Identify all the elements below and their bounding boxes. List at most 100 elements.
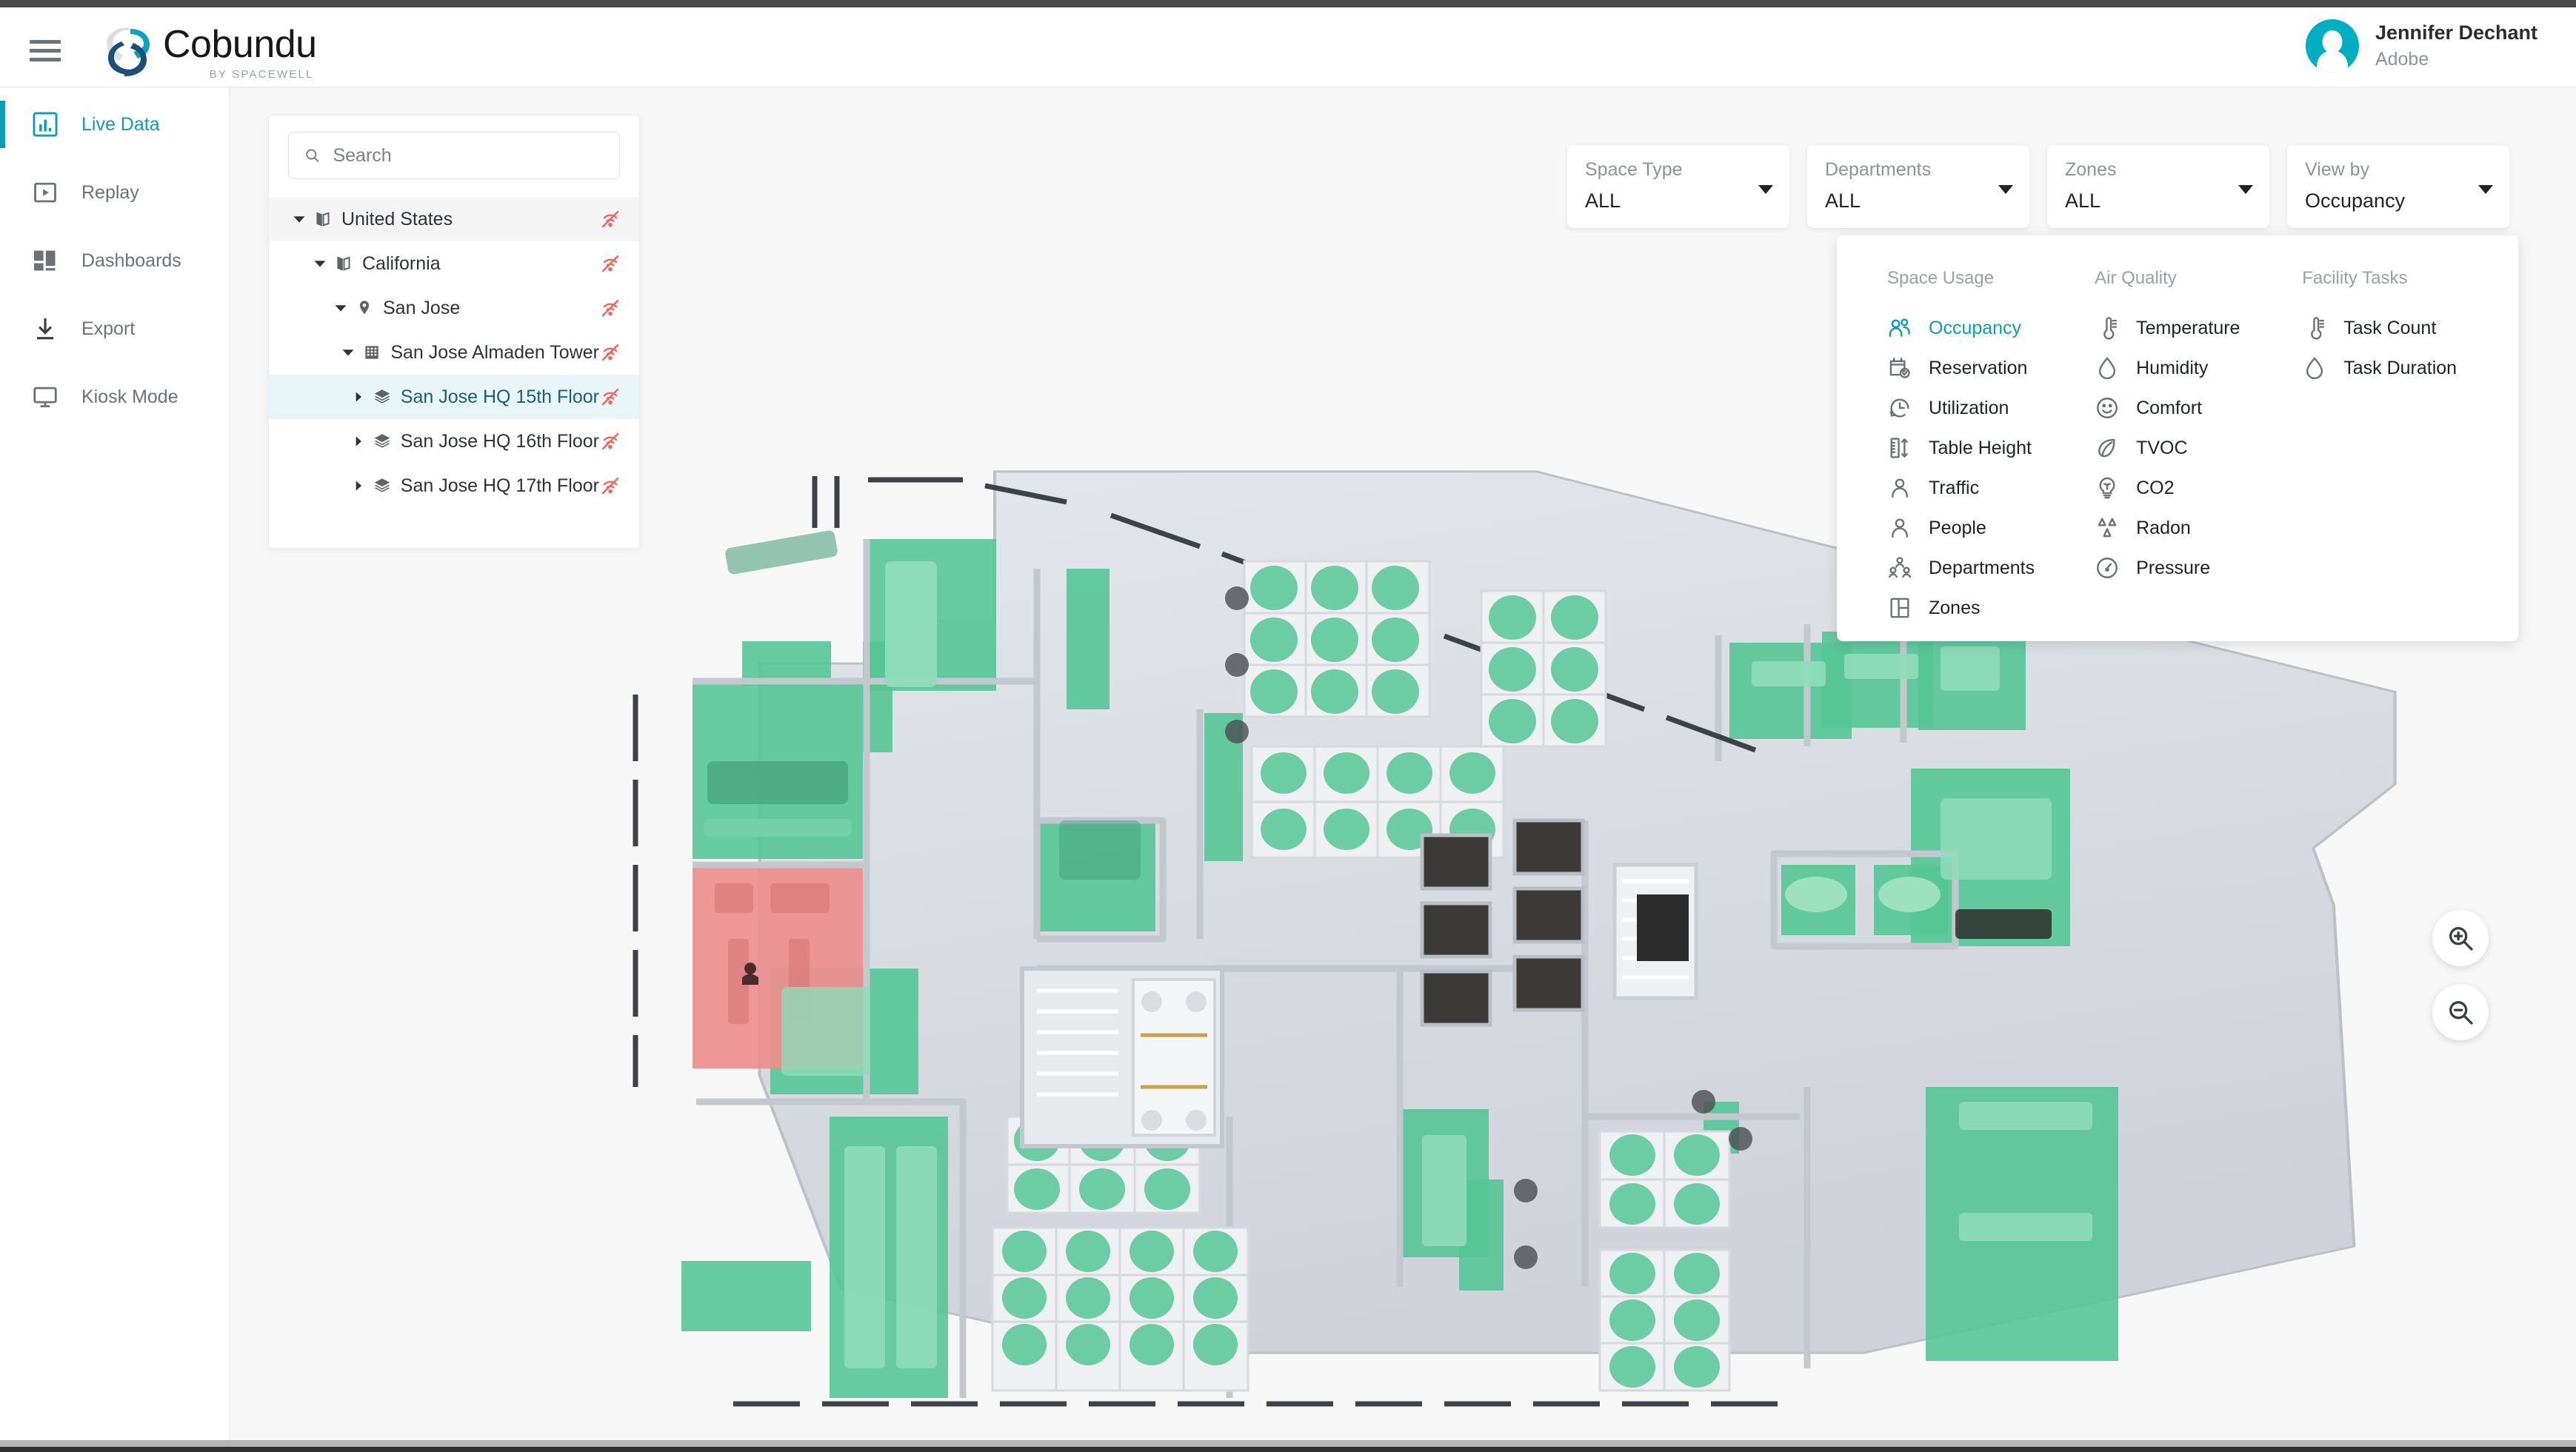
pin-icon [359,301,370,315]
sidebar-item-kiosk-mode[interactable]: Kiosk Mode [0,363,229,431]
tree-node-california[interactable]: California [269,241,639,286]
chevron-down-icon[interactable] [2238,185,2253,194]
signal-off-icon[interactable] [599,208,621,230]
chevron-right-icon[interactable] [349,387,368,407]
clock-refresh-icon [1889,398,1909,418]
chevron-down-icon[interactable] [338,343,358,362]
filter-value: ALL [1825,189,1861,212]
tree-node-united-states[interactable]: United States [269,197,639,241]
tree-node-san-jose-hq-17th-floor[interactable]: San Jose HQ 17th Floor [269,464,639,508]
chevron-down-icon[interactable] [1998,185,2013,194]
menu-item-comfort[interactable]: Comfort [2095,388,2302,428]
sidebar-item-label: Replay [81,181,139,203]
sidebar-item-replay[interactable]: Replay [0,158,229,227]
menu-item-pressure[interactable]: Pressure [2095,548,2302,588]
sidebar-nav: Live Data Replay Dashboards Export Kiosk… [0,87,230,1440]
monitor-icon [33,387,57,408]
smiley-icon [2097,398,2118,418]
magnifier-plus-icon [2449,927,2473,951]
chevron-down-icon[interactable] [310,254,330,273]
sidebar-item-dashboards[interactable]: Dashboards [0,227,229,295]
menu-item-tvoc[interactable]: TVOC [2095,428,2302,468]
search-wrapper [269,116,639,197]
menu-item-temperature[interactable]: Temperature [2095,308,2302,348]
download-icon [36,318,54,340]
chevron-right-icon[interactable] [349,476,368,495]
user-org: Adobe [2375,48,2429,70]
signal-off-icon[interactable] [599,475,621,497]
signal-off-icon[interactable] [599,386,621,408]
sidebar-item-live-data[interactable]: Live Data [0,90,229,158]
menu-item-humidity[interactable]: Humidity [2095,348,2302,388]
menu-item-label: Table Height [1929,437,2032,458]
filter-value: ALL [1585,189,1621,212]
menu-item-zones[interactable]: Zones [1887,588,2095,628]
user-menu[interactable]: Jennifer Dechant Adobe [2305,19,2537,73]
menu-item-task-duration[interactable]: Task Duration [2302,348,2518,388]
menu-item-radon[interactable]: Radon [2095,508,2302,548]
signal-off-icon[interactable] [599,341,621,364]
location-tree-panel: United States California [268,115,640,549]
chevron-right-icon[interactable] [349,432,368,451]
sidebar-item-label: Export [81,318,136,339]
zoom-out-button[interactable] [2432,984,2489,1040]
filter-label: Departments [1825,159,1932,180]
menu-item-label: Task Count [2343,317,2437,338]
menu-item-label: Utilization [1929,397,2009,418]
menu-item-label: Traffic [1929,477,1980,498]
filter-value: ALL [2065,189,2101,212]
filter-space-type[interactable]: Space Type ALL [1567,145,1789,228]
building-icon [365,346,379,359]
calendar-check-icon [1889,358,1910,378]
chevron-down-icon[interactable] [1758,185,1773,194]
zones-grid-icon [1890,598,1909,618]
sidebar-item-export[interactable]: Export [0,295,229,363]
app-header: Cobundu BY SPACEWELL Jennifer Dechant Ad… [0,7,2576,87]
brand: Cobundu BY SPACEWELL [104,21,317,83]
browser-chrome-bottom-edge [0,1447,2576,1452]
menu-item-occupancy[interactable]: Occupancy [1887,308,2095,348]
map-zoom-controls [2432,910,2489,1040]
leaf-icon [2098,438,2115,458]
menu-item-label: CO2 [2136,477,2175,498]
layers-icon [374,389,390,404]
tree-node-label: San Jose HQ 17th Floor [400,475,599,496]
menu-column-facility-tasks: Facility Tasks Task Count Task Duration [2302,268,2518,628]
tree-node-san-jose-hq-15th-floor[interactable]: San Jose HQ 15th Floor [269,375,639,419]
menu-item-traffic[interactable]: Traffic [1887,468,2095,508]
ruler-arrows-icon [1890,438,1908,458]
signal-off-icon[interactable] [599,252,621,275]
menu-item-table-height[interactable]: Table Height [1887,428,2095,468]
sidebar-item-label: Dashboards [81,250,181,271]
filter-zones[interactable]: Zones ALL [2047,145,2269,228]
menu-item-task-count[interactable]: Task Count [2302,308,2518,348]
tree-node-san-jose[interactable]: San Jose [269,286,639,330]
menu-item-utilization[interactable]: Utilization [1887,388,2095,428]
play-square-icon [34,182,56,203]
tree-node-san-jose-almaden-tower[interactable]: San Jose Almaden Tower [269,330,639,375]
chevron-down-icon[interactable] [2478,185,2493,194]
search-box[interactable] [288,132,620,179]
tree-panel-padding [269,508,639,548]
menu-item-reservation[interactable]: Reservation [1887,348,2095,388]
menu-item-co2[interactable]: CO2 [2095,468,2302,508]
sidebar-item-label: Live Data [81,113,160,135]
layers-icon [374,434,390,448]
filter-departments[interactable]: Departments ALL [1807,145,2029,228]
chevron-down-icon[interactable] [290,210,309,229]
brand-name: Cobundu [163,22,317,66]
droplet-icon [2098,357,2116,380]
chevron-down-icon[interactable] [331,298,350,318]
zoom-in-button[interactable] [2432,910,2489,966]
menu-item-departments[interactable]: Departments [1887,548,2095,588]
menu-item-label: Radon [2136,517,2191,538]
filter-view-by[interactable]: View by Occupancy [2287,145,2509,228]
hamburger-icon[interactable] [30,40,61,61]
signal-off-icon[interactable] [599,297,621,319]
menu-item-people[interactable]: People [1887,508,2095,548]
filter-label: Zones [2065,159,2117,180]
search-input[interactable] [333,144,604,167]
tree-node-san-jose-hq-16th-floor[interactable]: San Jose HQ 16th Floor [269,419,639,464]
signal-off-icon[interactable] [599,430,621,452]
tree-node-label: San Jose Almaden Tower [390,341,599,363]
